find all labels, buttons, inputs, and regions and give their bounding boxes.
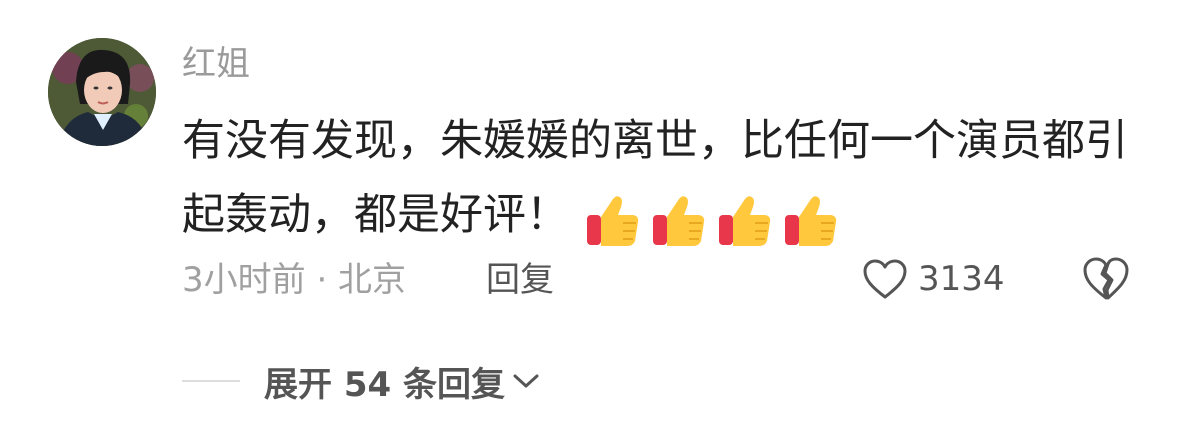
reply-button[interactable]: 回复: [486, 256, 554, 304]
thumbs-up-icon: [719, 196, 771, 246]
heart-icon: [863, 259, 907, 299]
chevron-down-icon: [513, 374, 539, 388]
thumbs-up-icon: [587, 196, 639, 246]
divider-line: [182, 380, 240, 382]
dislike-button[interactable]: [1082, 256, 1130, 304]
like-count: 3134: [918, 259, 1005, 299]
broken-heart-icon: [1083, 257, 1129, 300]
username[interactable]: 红姐: [182, 42, 250, 86]
like-button[interactable]: 3134: [862, 254, 1005, 304]
comment-text: 有没有发现，朱媛媛的离世，比任何一个演员都引起轰动，都是好评！: [182, 104, 1142, 255]
thumbs-up-icon: [653, 196, 705, 246]
expand-replies-button[interactable]: 展开 54 条回复: [182, 356, 541, 406]
emoji-group: [583, 181, 847, 255]
avatar[interactable]: [48, 38, 156, 146]
avatar-image: [48, 38, 156, 146]
thumbs-up-icon: [785, 196, 837, 246]
time-location: 3小时前 · 北京: [182, 260, 407, 300]
expand-replies-label: 展开 54 条回复: [264, 364, 505, 405]
comment-item: 红姐 有没有发现，朱媛媛的离世，比任何一个演员都引起轰动，都是好评！ 3小时前 …: [0, 0, 1179, 423]
